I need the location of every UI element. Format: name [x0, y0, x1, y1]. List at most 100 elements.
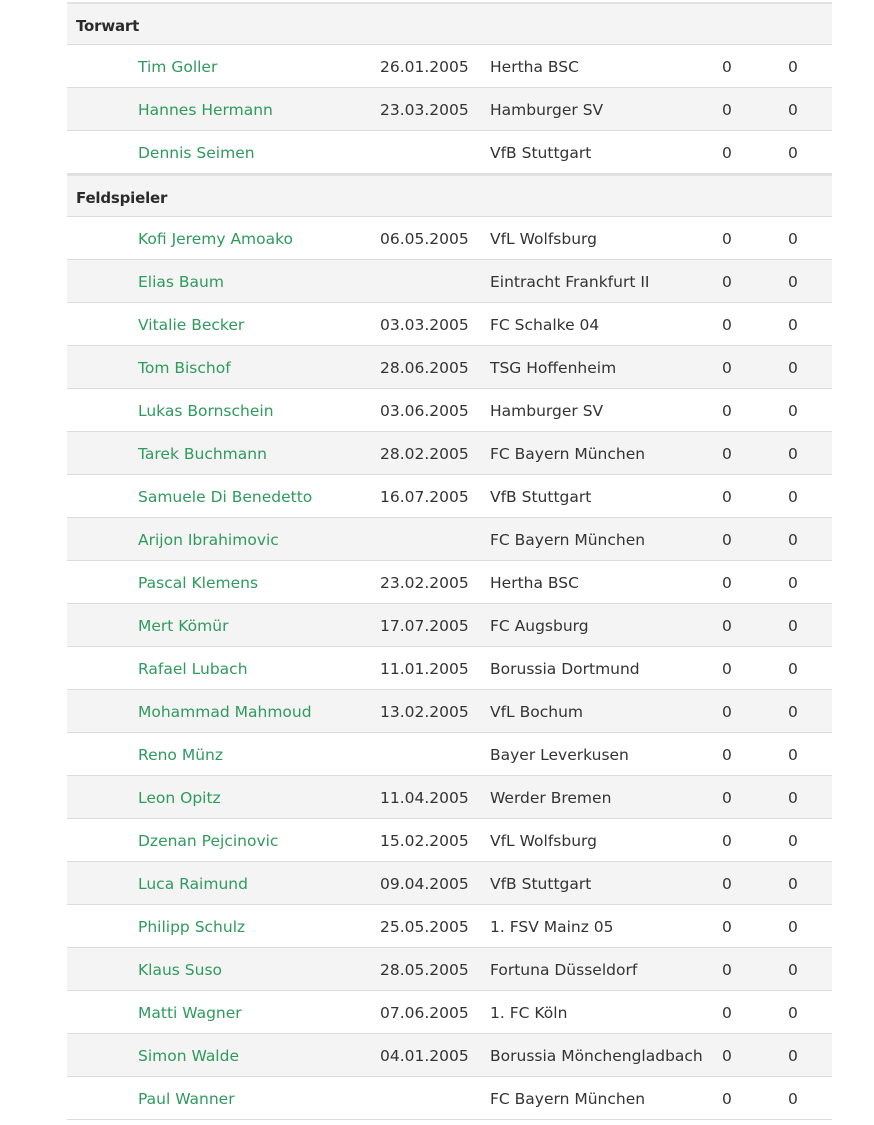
player-name-link[interactable]: Tim Goller: [138, 57, 217, 77]
player-name-link[interactable]: Reno Münz: [138, 745, 223, 765]
player-stat-1: 0: [722, 703, 732, 721]
player-row: Elias Baum Eintracht Frankfurt II 0 0: [67, 260, 832, 303]
player-name-link[interactable]: Mert Kömür: [138, 616, 228, 636]
player-row: Pascal Klemens 23.02.2005 Hertha BSC 0 0: [67, 561, 832, 604]
player-row: Klaus Suso 28.05.2005 Fortuna Düsseldorf 0 0: [67, 948, 832, 991]
player-name-link[interactable]: Mohammad Mahmoud: [138, 702, 312, 722]
player-stat-2: 0: [788, 445, 798, 463]
player-name-link[interactable]: Simon Walde: [138, 1046, 239, 1066]
player-birthdate: 13.02.2005: [380, 703, 469, 721]
player-club: Fortuna Düsseldorf: [490, 961, 638, 979]
player-stat-2: 0: [788, 746, 798, 764]
player-row: Tarek Buchmann 28.02.2005 FC Bayern Münche…: [67, 432, 832, 475]
player-stat-1: 0: [722, 445, 732, 463]
player-club: Eintracht Frankfurt II: [490, 273, 650, 291]
player-name-link[interactable]: Hannes Hermann: [138, 100, 273, 120]
player-name-link[interactable]: Dennis Seimen: [138, 143, 255, 163]
player-name-link[interactable]: Philipp Schulz: [138, 917, 245, 937]
player-birthdate: 11.01.2005: [380, 660, 469, 678]
player-name-link[interactable]: Leon Opitz: [138, 788, 221, 808]
player-row: Luca Raimund 09.04.2005 VfB Stuttgart 0 0: [67, 862, 832, 905]
player-stat-2: 0: [788, 574, 798, 592]
player-name-link[interactable]: Arijon Ibrahimovic: [138, 530, 279, 550]
player-birthdate: 17.07.2005: [380, 617, 469, 635]
player-stat-2: 0: [788, 316, 798, 334]
player-row: Philipp Schulz 25.05.2005 1. FSV Mainz 05 0…: [67, 905, 832, 948]
player-stat-2: 0: [788, 58, 798, 76]
player-birthdate: 07.06.2005: [380, 1004, 469, 1022]
player-name-link[interactable]: Tom Bischof: [138, 358, 231, 378]
player-club: Hamburger SV: [490, 402, 604, 420]
player-name-link[interactable]: Klaus Suso: [138, 960, 222, 980]
player-name-link[interactable]: Dzenan Pejcinovic: [138, 831, 278, 851]
player-row: Dzenan Pejcinovic 15.02.2005 VfL Wolfsburg…: [67, 819, 832, 862]
player-club: VfL Wolfsburg: [490, 832, 597, 850]
player-stat-1: 0: [722, 230, 732, 248]
player-name-link[interactable]: Matti Wagner: [138, 1003, 242, 1023]
player-stat-1: 0: [722, 1090, 732, 1108]
player-stat-1: 0: [722, 746, 732, 764]
player-name-link[interactable]: Kofi Jeremy Amoako: [138, 229, 293, 249]
player-row: Samuele Di Benedetto 16.07.2005 VfB Stuttg…: [67, 475, 832, 518]
player-stat-1: 0: [722, 875, 732, 893]
player-birthdate: 23.02.2005: [380, 574, 469, 592]
player-stat-1: 0: [722, 617, 732, 635]
player-stat-1: 0: [722, 316, 732, 334]
player-stat-1: 0: [722, 832, 732, 850]
player-birthdate: 28.02.2005: [380, 445, 469, 463]
player-name-link[interactable]: Elias Baum: [138, 272, 224, 292]
player-stat-2: 0: [788, 1090, 798, 1108]
player-stat-1: 0: [722, 273, 732, 291]
player-name-link[interactable]: Vitalie Becker: [138, 315, 244, 335]
player-stat-2: 0: [788, 1047, 798, 1065]
player-stat-1: 0: [722, 660, 732, 678]
player-birthdate: 25.05.2005: [380, 918, 469, 936]
player-stat-1: 0: [722, 402, 732, 420]
player-stat-2: 0: [788, 789, 798, 807]
player-name-link[interactable]: Paul Wanner: [138, 1089, 235, 1109]
player-name-link[interactable]: Samuele Di Benedetto: [138, 487, 312, 507]
player-club: 1. FC Köln: [490, 1004, 568, 1022]
player-club: FC Augsburg: [490, 617, 589, 635]
player-stat-2: 0: [788, 531, 798, 549]
player-name-link[interactable]: Rafael Lubach: [138, 659, 248, 679]
player-row: Dennis Seimen VfB Stuttgart 0 0: [67, 131, 832, 174]
player-stat-2: 0: [788, 101, 798, 119]
player-row: Tim Goller 26.01.2005 Hertha BSC 0 0: [67, 45, 832, 88]
player-stat-2: 0: [788, 402, 798, 420]
player-club: FC Bayern München: [490, 1090, 646, 1108]
player-stat-1: 0: [722, 144, 732, 162]
section-header: Torwart: [67, 2, 832, 45]
player-stat-1: 0: [722, 58, 732, 76]
player-club: FC Bayern München: [490, 531, 646, 549]
section-title: Feldspieler: [76, 189, 168, 207]
player-stat-1: 0: [722, 359, 732, 377]
player-club: Hamburger SV: [490, 101, 604, 119]
player-birthdate: 04.01.2005: [380, 1047, 469, 1065]
player-stat-2: 0: [788, 918, 798, 936]
player-name-link[interactable]: Luca Raimund: [138, 874, 248, 894]
player-name-link[interactable]: Pascal Klemens: [138, 573, 258, 593]
player-stat-2: 0: [788, 875, 798, 893]
player-stat-1: 0: [722, 918, 732, 936]
player-stat-1: 0: [722, 488, 732, 506]
player-row: Hannes Hermann 23.03.2005 Hamburger SV 0 0: [67, 88, 832, 131]
player-row: Matti Wagner 07.06.2005 1. FC Köln 0 0: [67, 991, 832, 1034]
player-stat-2: 0: [788, 359, 798, 377]
player-club: FC Bayern München: [490, 445, 646, 463]
player-club: VfB Stuttgart: [490, 144, 592, 162]
player-club: VfL Wolfsburg: [490, 230, 597, 248]
player-club: FC Schalke 04: [490, 316, 600, 334]
player-birthdate: 06.05.2005: [380, 230, 469, 248]
player-stat-2: 0: [788, 144, 798, 162]
player-name-link[interactable]: Lukas Bornschein: [138, 401, 274, 421]
player-club: VfB Stuttgart: [490, 488, 592, 506]
player-club: Borussia Dortmund: [490, 660, 640, 678]
player-stat-1: 0: [722, 1004, 732, 1022]
section-header: Feldspieler: [67, 174, 832, 217]
player-row: Mohammad Mahmoud 13.02.2005 VfL Bochum 0 0: [67, 690, 832, 733]
player-stat-1: 0: [722, 961, 732, 979]
player-birthdate: 16.07.2005: [380, 488, 469, 506]
player-name-link[interactable]: Tarek Buchmann: [138, 444, 267, 464]
player-stat-1: 0: [722, 574, 732, 592]
